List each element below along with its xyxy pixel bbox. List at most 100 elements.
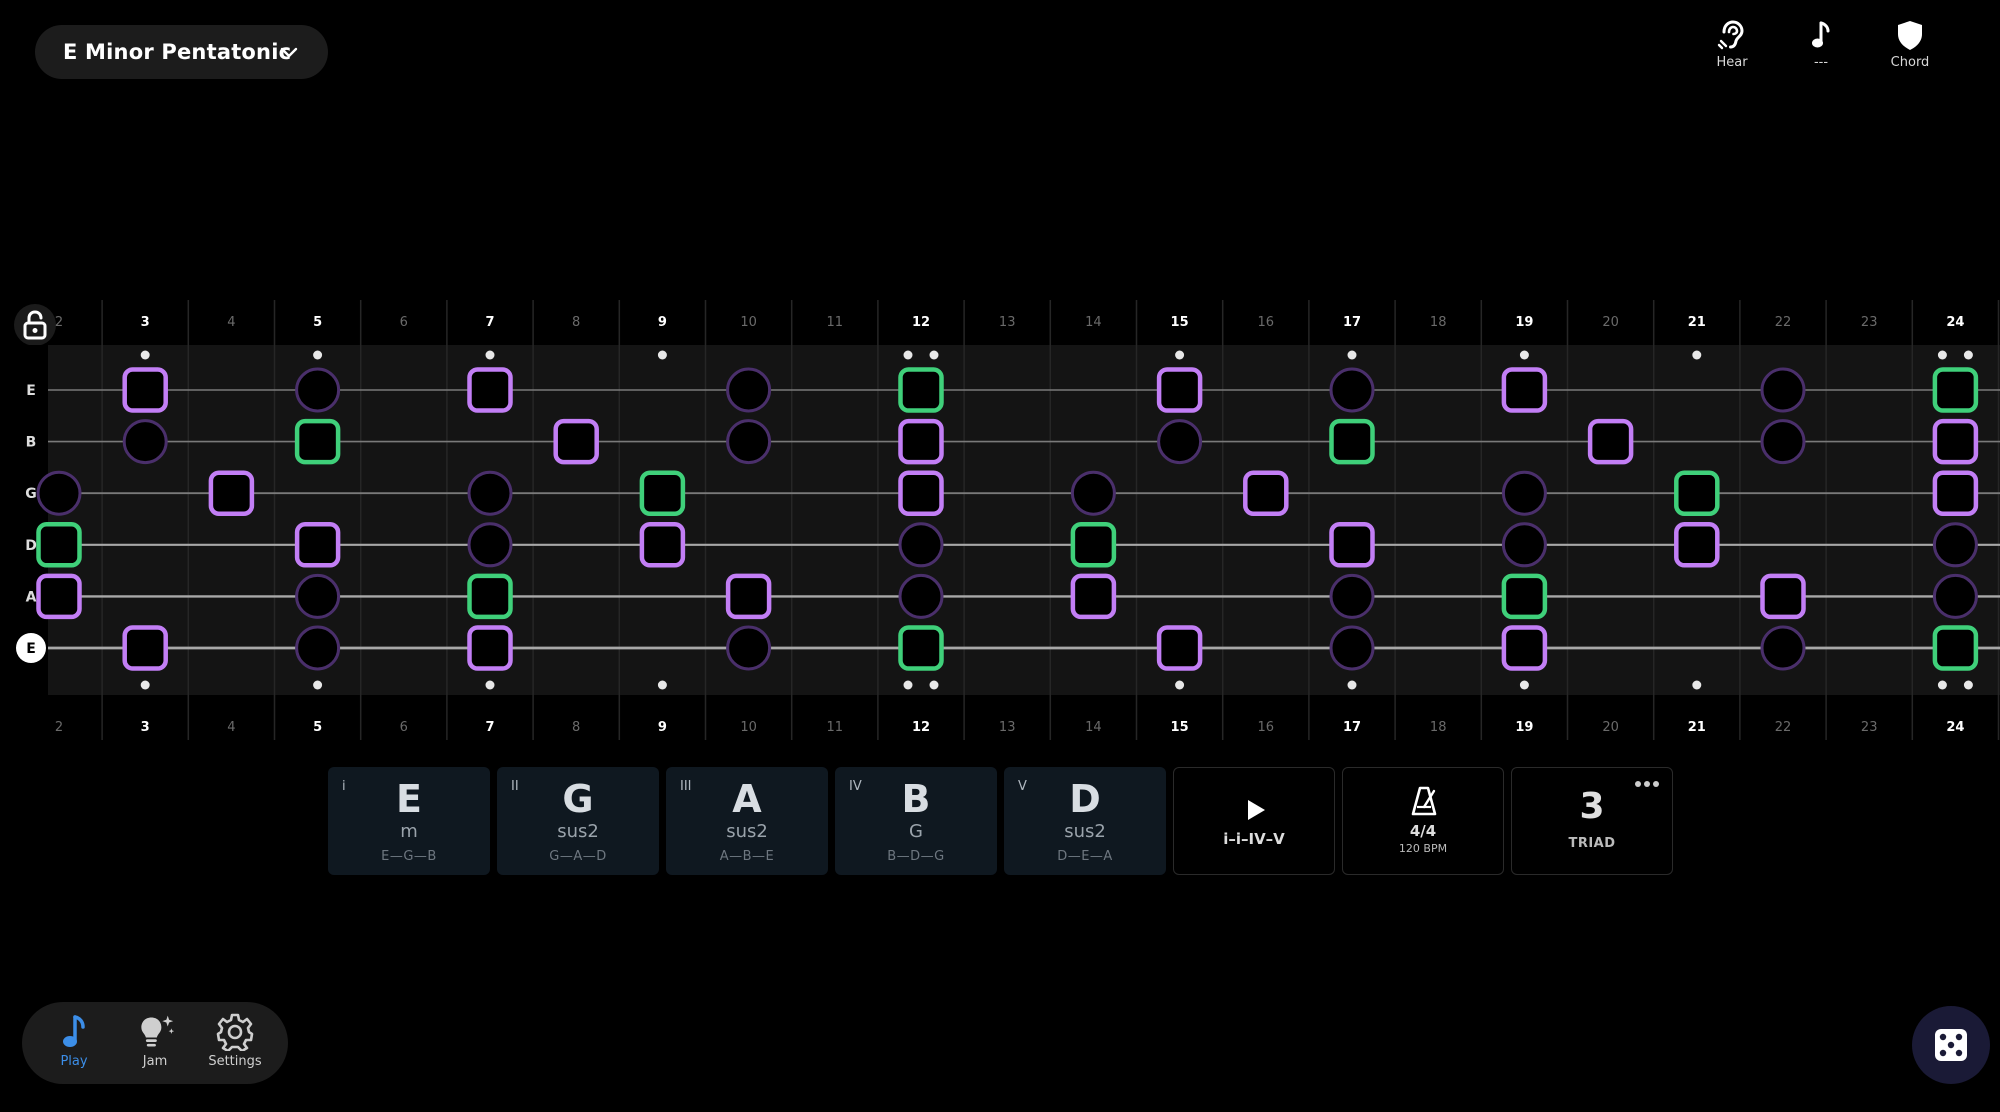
fret-number-bottom: 7	[485, 720, 494, 735]
fret-number-top: 6	[400, 315, 408, 330]
fret-number-top: 16	[1258, 315, 1275, 330]
scale-note-marker	[208, 470, 255, 516]
fret-number-bottom: 17	[1343, 720, 1361, 735]
inlay-dot	[1175, 680, 1185, 690]
root-note-marker	[1070, 522, 1117, 568]
scale-note-circle	[122, 419, 168, 465]
scale-note-marker	[122, 625, 168, 671]
voicing-button[interactable]: 3 TRIAD	[1511, 767, 1673, 875]
chord-card-i[interactable]: i E m E—G—B	[328, 767, 490, 875]
scale-note-marker	[898, 418, 944, 465]
scale-note-circle	[295, 573, 341, 619]
root-note-marker	[1329, 418, 1375, 465]
fret-number-top: 7	[485, 315, 494, 330]
chevron-down-icon	[280, 47, 298, 58]
fret-number-top: 15	[1171, 315, 1189, 330]
inlay-dot	[903, 680, 913, 690]
fret-number-bottom: 11	[827, 720, 844, 735]
fret-number-bottom: 20	[1602, 720, 1619, 735]
nav-settings-label: Settings	[208, 1054, 262, 1069]
fret-number-bottom: 5	[313, 720, 322, 735]
fretboard-background	[48, 345, 2000, 695]
scale-note-circle	[1760, 419, 1806, 465]
root-note-marker	[639, 470, 686, 516]
fret-number-top: 11	[827, 315, 844, 330]
scale-note-marker	[639, 522, 686, 568]
randomize-button[interactable]	[1912, 1006, 1990, 1084]
chord-card-ii[interactable]: II G sus2 G—A—D	[497, 767, 659, 875]
root-note-marker	[36, 522, 82, 568]
note-label: ---	[1813, 55, 1829, 70]
chord-button[interactable]: Chord	[1865, 18, 1955, 80]
chord-card-iii[interactable]: III A sus2 A—B—E	[666, 767, 828, 875]
fret-number-bottom: 10	[740, 720, 757, 735]
chord-card-iv[interactable]: IV B G B—D—G	[835, 767, 997, 875]
inlay-dot	[1692, 350, 1702, 360]
fret-number-top: 5	[313, 315, 322, 330]
fret-number-bottom: 21	[1688, 720, 1706, 735]
inlay-dot	[1937, 350, 1947, 360]
string-label: E	[26, 383, 36, 399]
music-note-icon	[1804, 18, 1838, 52]
inlay-dot	[1347, 350, 1357, 360]
scale-note-marker	[1501, 625, 1548, 671]
root-note-marker	[898, 367, 944, 413]
scale-selector-label: E Minor Pentatonic	[63, 40, 292, 64]
inlay-dot	[929, 350, 939, 360]
scale-note-circle	[1329, 625, 1375, 671]
play-icon	[1248, 800, 1265, 820]
inlay-dot	[1347, 680, 1357, 690]
fretboard: 2233445566778899101011111212131314141515…	[0, 300, 2000, 740]
dice-icon	[1935, 1029, 1967, 1061]
scale-note-marker	[1501, 367, 1548, 413]
hear-button[interactable]: Hear	[1687, 18, 1777, 80]
nav-settings[interactable]: Settings	[199, 1002, 271, 1084]
chord-root: G	[562, 777, 594, 821]
fret-number-bottom: 24	[1946, 720, 1964, 735]
fret-number-bottom: 3	[141, 720, 150, 735]
inlay-dot	[485, 350, 495, 360]
fret-number-bottom: 19	[1515, 720, 1533, 735]
scale-note-marker	[467, 367, 513, 413]
scale-note-marker	[1070, 573, 1117, 620]
fret-number-top: 20	[1602, 315, 1619, 330]
fret-number-top: 23	[1861, 315, 1878, 330]
chord-root: D	[1069, 777, 1101, 821]
inlay-dot	[657, 350, 667, 360]
root-note-marker	[1932, 367, 1979, 413]
nav-play[interactable]: Play	[38, 1002, 110, 1084]
fret-number-bottom: 8	[572, 720, 580, 735]
note-button[interactable]: ---	[1776, 18, 1866, 80]
nav-jam-label: Jam	[142, 1054, 168, 1069]
chord-label: Chord	[1890, 55, 1930, 70]
chord-notes: D—E—A	[1057, 849, 1113, 864]
ear-icon	[1715, 18, 1749, 52]
root-note-marker	[1674, 470, 1720, 516]
gear-icon	[215, 1012, 255, 1052]
fret-number-top: 4	[227, 315, 235, 330]
inlay-dot	[313, 680, 323, 690]
scale-selector[interactable]: E Minor Pentatonic	[35, 25, 328, 79]
scale-note-marker	[1243, 470, 1289, 516]
inlay-dot	[1937, 680, 1947, 690]
scale-note-circle	[1501, 522, 1547, 568]
inlay-dot	[1519, 350, 1529, 360]
play-progression-button[interactable]: i–i–IV–V	[1173, 767, 1335, 875]
lightbulb-icon	[135, 1012, 175, 1052]
fret-number-top: 2	[55, 315, 63, 330]
inlay-dot	[1963, 350, 1973, 360]
fret-number-top: 17	[1343, 315, 1361, 330]
scale-note-marker	[898, 470, 944, 516]
inlay-dot	[140, 350, 150, 360]
metronome-button[interactable]: 4/4 120 BPM	[1342, 767, 1504, 875]
metronome-icon	[1411, 786, 1437, 816]
scale-note-marker	[1760, 573, 1806, 620]
fret-number-top: 18	[1430, 315, 1447, 330]
scale-note-circle	[467, 522, 513, 568]
progression-label: i–i–IV–V	[1223, 830, 1285, 848]
scale-note-marker	[1674, 522, 1720, 568]
nav-jam[interactable]: Jam	[119, 1002, 191, 1084]
chord-card-v[interactable]: V D sus2 D—E—A	[1004, 767, 1166, 875]
fret-number-top: 13	[999, 315, 1016, 330]
fret-number-bottom: 23	[1861, 720, 1878, 735]
